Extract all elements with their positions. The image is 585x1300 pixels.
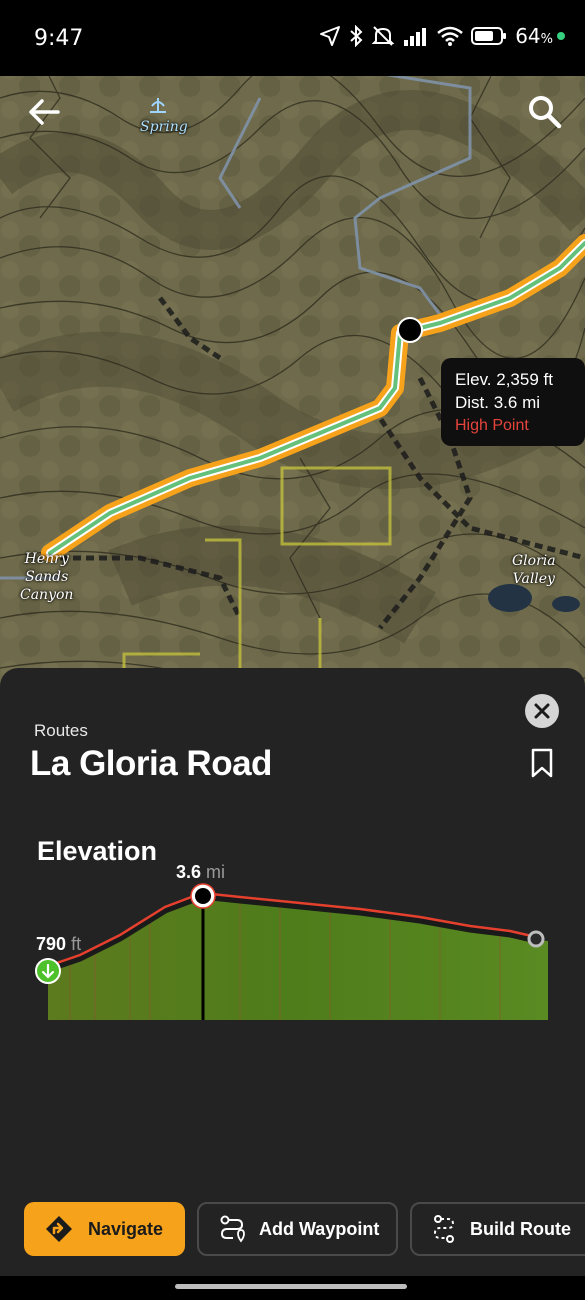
wifi-icon: [437, 26, 463, 46]
close-button[interactable]: [525, 694, 559, 728]
navigate-icon: [46, 1216, 72, 1242]
tooltip-distance: Dist. 3.6 mi: [455, 393, 541, 412]
gloria-valley-label: Gloria Valley: [512, 553, 556, 587]
charging-dot: [557, 32, 565, 40]
location-icon: [320, 26, 341, 46]
status-time: 9:47: [34, 26, 84, 51]
elevation-chart[interactable]: 3.6 mi 790 ft: [0, 862, 585, 1038]
waypoint-icon: [220, 1215, 245, 1243]
section-label: Routes: [34, 721, 88, 740]
status-icons: 64%: [319, 24, 565, 48]
build-route-button[interactable]: Build Route: [410, 1202, 585, 1256]
navigate-button[interactable]: Navigate: [24, 1202, 185, 1256]
build-route-icon: [433, 1215, 455, 1243]
add-waypoint-button[interactable]: Add Waypoint: [197, 1202, 398, 1256]
build-route-label: Build Route: [470, 1218, 571, 1239]
signal-icon: [404, 28, 427, 46]
bookmark-icon[interactable]: [529, 748, 555, 778]
status-bar: 9:47 64%: [0, 0, 585, 76]
bluetooth-icon: [350, 25, 363, 47]
route-sheet: Routes La Gloria Road Elevation 3.6 mi 7…: [0, 668, 585, 1300]
spring-label: Spring: [140, 119, 188, 135]
high-point-tooltip: Elev. 2,359 ft Dist. 3.6 mi High Point: [441, 358, 585, 446]
navigate-label: Navigate: [88, 1218, 164, 1239]
henry-sands-canyon-label: Henry Sands Canyon: [20, 551, 74, 603]
add-waypoint-label: Add Waypoint: [259, 1218, 380, 1239]
elevation-heading: Elevation: [37, 836, 158, 866]
tooltip-elevation: Elev. 2,359 ft: [455, 370, 553, 389]
elevation-profile: [35, 883, 548, 1020]
tooltip-high-point: High Point: [455, 417, 529, 434]
route-title: La Gloria Road: [30, 744, 272, 783]
close-icon: [534, 703, 550, 719]
search-icon[interactable]: [525, 92, 565, 132]
start-elevation-label: 790 ft: [36, 934, 82, 954]
map-view[interactable]: Spring Henry Sands Canyon Gloria Valley …: [0, 58, 585, 698]
battery-icon: [471, 27, 507, 45]
peak-distance-label: 3.6 mi: [176, 862, 226, 882]
mute-icon: [371, 26, 395, 46]
back-arrow-icon[interactable]: [24, 92, 64, 132]
battery-percentage: 64%: [515, 24, 553, 48]
home-indicator[interactable]: [175, 1284, 407, 1289]
action-bar: Navigate Add Waypoint Build Route: [0, 1202, 585, 1258]
